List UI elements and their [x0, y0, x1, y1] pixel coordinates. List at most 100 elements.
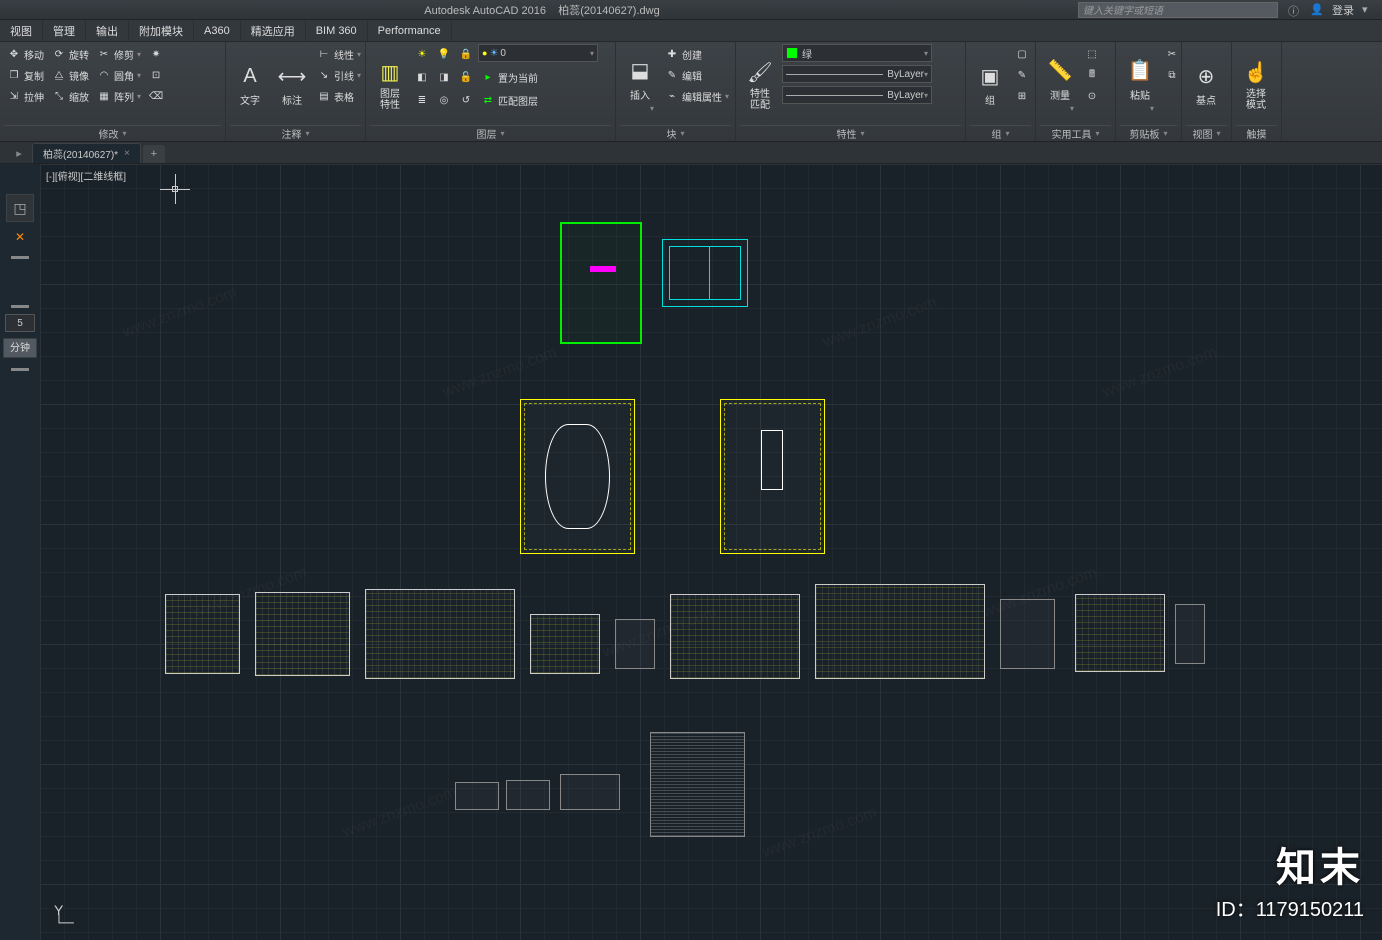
create-block-button[interactable]: ✚创建 — [662, 44, 732, 64]
panel-clipboard-title[interactable]: 剪贴板▾ — [1120, 125, 1177, 141]
drawing-detail[interactable] — [455, 782, 499, 810]
menu-dropdown-icon[interactable]: ▾ — [1362, 3, 1376, 17]
drawing-detail[interactable] — [615, 619, 655, 669]
trim-button[interactable]: ✂修剪▾ — [94, 44, 144, 64]
drawing-elevation[interactable] — [165, 594, 240, 674]
tab-featured[interactable]: 精选应用 — [241, 20, 306, 41]
quick-calc-button[interactable]: 🖩 — [1082, 65, 1102, 85]
drawing-elevation[interactable] — [255, 592, 350, 676]
viewport-label[interactable]: [-][俯视][二维线框] — [46, 168, 126, 183]
panel-block-title[interactable]: 块▾ — [620, 125, 731, 141]
copy-clip-button[interactable]: ⧉ — [1162, 65, 1182, 85]
layer-uniso-button[interactable]: ◨ — [434, 67, 454, 87]
tab-output[interactable]: 输出 — [86, 20, 129, 41]
drawing-elevation[interactable] — [815, 584, 985, 679]
layer-unlock-button[interactable]: 🔓 — [456, 67, 476, 87]
stretch-button[interactable]: ⇲拉伸 — [4, 86, 47, 106]
tab-bim360[interactable]: BIM 360 — [306, 20, 368, 41]
drawing-block[interactable] — [560, 222, 642, 344]
drawing-floorplan[interactable] — [720, 399, 825, 554]
drawing-floorplan[interactable] — [520, 399, 635, 554]
infocenter-icon[interactable]: ⓘ — [1288, 3, 1302, 17]
nav-cube-button[interactable]: ◳ — [6, 194, 34, 222]
linear-dim-button[interactable]: ⊢线性▾ — [314, 44, 364, 64]
drawing-canvas[interactable]: [-][俯视][二维线框] — [40, 164, 1382, 940]
drawing-block[interactable] — [662, 239, 748, 307]
drawing-elevation[interactable] — [1075, 594, 1165, 672]
drawing-detail[interactable] — [1000, 599, 1055, 669]
drawing-schedule[interactable] — [650, 732, 745, 837]
layer-dropdown[interactable]: ●☀0▾ — [478, 44, 598, 62]
scale-button[interactable]: ⤡缩放 — [49, 86, 92, 106]
panel-view-title[interactable]: 视图▾ — [1186, 125, 1227, 141]
tab-addins[interactable]: 附加模块 — [129, 20, 194, 41]
tab-view[interactable]: 视图 — [0, 20, 43, 41]
drawing-detail[interactable] — [506, 780, 550, 810]
drawing-elevation[interactable] — [365, 589, 515, 679]
ucs-icon[interactable]: Y └─ — [54, 902, 74, 930]
tab-performance[interactable]: Performance — [368, 20, 452, 41]
basepoint-button[interactable]: ⊕基点 — [1186, 44, 1226, 125]
match-layer-button[interactable]: ⇄匹配图层 — [478, 90, 541, 110]
autosave-interval-input[interactable] — [5, 314, 35, 332]
leader-button[interactable]: ↘引线▾ — [314, 65, 364, 85]
mirror-button[interactable]: ⧋镜像 — [49, 65, 92, 85]
table-button[interactable]: ▤表格 — [314, 86, 364, 106]
drawing-elevation[interactable] — [670, 594, 800, 679]
select-all-button[interactable]: ⬚ — [1082, 44, 1102, 64]
layer-lock-button[interactable]: 🔒 — [456, 44, 476, 64]
start-tab-button[interactable]: ▸ — [8, 143, 30, 163]
color-dropdown[interactable]: 绿▾ — [782, 44, 932, 62]
dimension-button[interactable]: ⟷标注 — [272, 44, 312, 125]
panel-utilities-title[interactable]: 实用工具▾ — [1040, 125, 1111, 141]
group-bbox-button[interactable]: ⊞ — [1012, 86, 1032, 106]
panel-layers-title[interactable]: 图层▾ — [370, 125, 611, 141]
help-search-input[interactable]: 键入关键字或短语 — [1078, 2, 1278, 18]
login-button[interactable]: 登录 — [1332, 2, 1354, 18]
erase-button[interactable]: ⌫ — [146, 86, 166, 106]
fillet-button[interactable]: ◠圆角▾ — [94, 65, 144, 85]
user-icon[interactable]: 👤 — [1310, 3, 1324, 17]
linetype-dropdown[interactable]: ByLayer▾ — [782, 86, 932, 104]
move-button[interactable]: ✥移动 — [4, 44, 47, 64]
panel-properties-title[interactable]: 特性▾ — [740, 125, 961, 141]
cut-button[interactable]: ✂ — [1162, 44, 1182, 64]
edit-block-button[interactable]: ✎编辑 — [662, 65, 732, 85]
array-button[interactable]: ▦阵列▾ — [94, 86, 144, 106]
match-properties-button[interactable]: 🖌特性 匹配 — [740, 44, 780, 125]
offset-button[interactable]: ⊡ — [146, 65, 166, 85]
layer-properties-button[interactable]: ▥图层 特性 — [370, 44, 410, 125]
tab-a360[interactable]: A360 — [194, 20, 241, 41]
group-button[interactable]: ▣组 — [970, 44, 1010, 125]
measure-button[interactable]: 📏测量▾ — [1040, 44, 1080, 125]
id-point-button[interactable]: ⊙ — [1082, 86, 1102, 106]
drawing-detail[interactable] — [1175, 604, 1205, 664]
tab-manage[interactable]: 管理 — [43, 20, 86, 41]
layer-iso-button[interactable]: ◧ — [412, 67, 432, 87]
panel-modify-title[interactable]: 修改▾ — [4, 125, 221, 141]
copy-button[interactable]: ❐复制 — [4, 65, 47, 85]
text-button[interactable]: A文字 — [230, 44, 270, 125]
panel-annotation-title[interactable]: 注释▾ — [230, 125, 361, 141]
file-tab-active[interactable]: 柏蕊(20140627)* × — [32, 143, 141, 163]
rotate-button[interactable]: ⟳旋转 — [49, 44, 92, 64]
close-palette-button[interactable]: ✕ — [11, 228, 29, 246]
edit-attr-button[interactable]: ⌁编辑属性▾ — [662, 86, 732, 106]
layer-walk-button[interactable]: ◎ — [434, 90, 454, 110]
drawing-elevation[interactable] — [530, 614, 600, 674]
layer-state-button[interactable]: ≣ — [412, 90, 432, 110]
layer-prev-button[interactable]: ↺ — [456, 90, 476, 110]
drawing-detail[interactable] — [560, 774, 620, 810]
insert-button[interactable]: ⬓插入▾ — [620, 44, 660, 125]
lineweight-dropdown[interactable]: ByLayer▾ — [782, 65, 932, 83]
paste-button[interactable]: 📋粘贴▾ — [1120, 44, 1160, 125]
layer-freeze-button[interactable]: ☀ — [412, 44, 432, 64]
make-current-button[interactable]: ▸置为当前 — [478, 67, 541, 87]
group-edit-button[interactable]: ✎ — [1012, 65, 1032, 85]
panel-group-title[interactable]: 组▾ — [970, 125, 1031, 141]
new-tab-button[interactable]: + — [143, 145, 165, 163]
explode-button[interactable]: ✷ — [146, 44, 166, 64]
close-icon[interactable]: × — [124, 148, 130, 159]
ungroup-button[interactable]: ▢ — [1012, 44, 1032, 64]
select-mode-button[interactable]: ☝选择 模式 — [1236, 44, 1276, 125]
